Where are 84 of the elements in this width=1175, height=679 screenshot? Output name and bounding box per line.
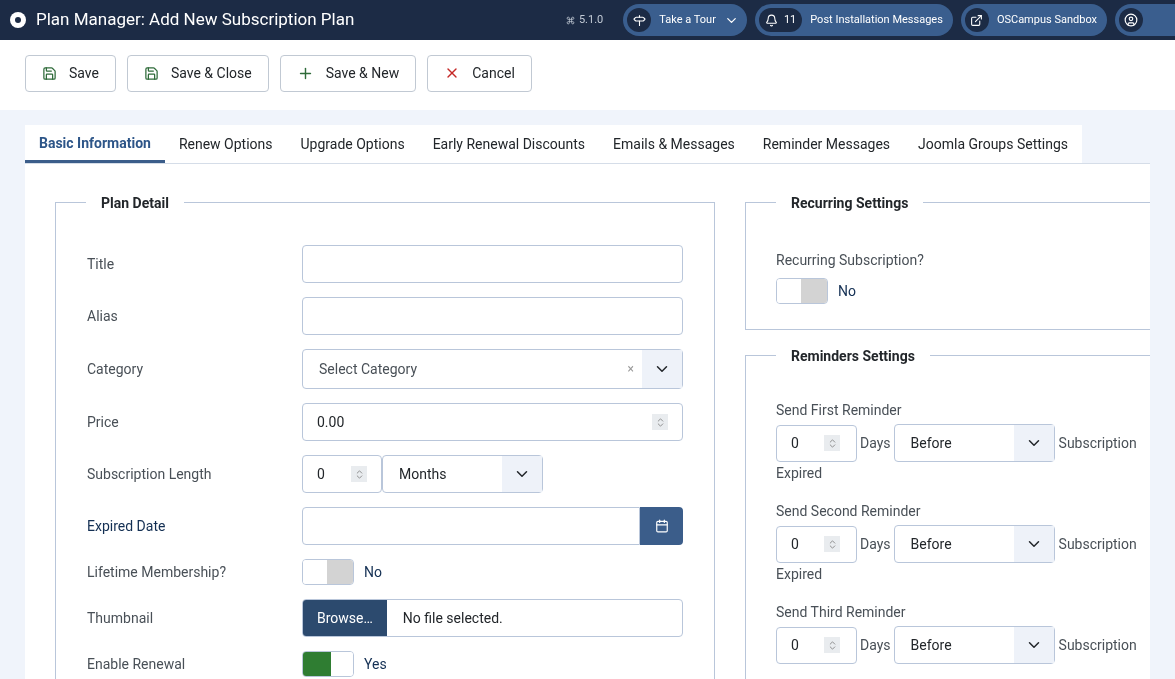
field-label: Price [87,413,120,432]
select-placeholder: Select Category [318,360,418,379]
calendar-icon [654,519,669,533]
number-field[interactable]: 0 [776,626,857,664]
number-field[interactable]: 0 [776,525,857,563]
user-icon [1119,8,1143,32]
toolbar-button[interactable]: Cancel [427,54,532,92]
tab[interactable]: Emails & Messages [599,125,749,163]
messages-button[interactable]: 11 Post Installation Messages [754,4,953,36]
tab[interactable]: Joomla Groups Settings [904,125,1083,163]
logo-icon [10,12,26,28]
tab[interactable]: Upgrade Options [286,125,419,163]
command-icon [565,15,575,25]
spinner-icon[interactable] [824,637,840,653]
field-value: 0 [317,465,325,484]
chevron-down-icon [1013,627,1054,663]
field-label: Thumbnail [87,609,155,628]
version-label: 5.1.0 [578,11,604,28]
timing-select[interactable]: Before [893,424,1055,462]
signpost-icon [627,8,652,32]
toolbar-button[interactable]: Save & New [279,54,417,92]
text-field[interactable] [302,297,683,335]
unit-label: Days [859,535,892,554]
tab[interactable]: Reminder Messages [748,125,905,163]
toolbar-button[interactable]: Save [25,54,116,92]
suffix-label: Subscription [1057,535,1137,554]
text-field[interactable] [302,245,683,283]
spinner-icon[interactable] [824,536,840,552]
suffix-label: Expired [776,464,824,483]
unit-label: Days [859,636,892,655]
field-label: Send First Reminder [776,401,903,420]
number-field[interactable]: 0 [302,455,382,493]
date-field[interactable] [302,507,640,545]
file-status: No file selected. [401,609,503,628]
suffix-label: Subscription [1057,434,1137,453]
tab[interactable]: Basic Information [25,125,165,163]
toggle-state: No [838,282,856,301]
page-title: Plan Manager: Add New Subscription Plan [36,8,355,32]
toggle-switch[interactable] [302,559,354,585]
spinner-icon[interactable] [351,466,367,482]
unit-select[interactable]: Months [382,455,543,493]
spinner-icon[interactable] [824,435,840,451]
field-label: Subscription Length [87,465,213,484]
external-link-icon [964,8,989,32]
unit-label: Days [859,434,892,453]
tab[interactable]: Early Renewal Discounts [418,125,600,163]
calendar-button[interactable] [640,507,683,545]
field-label: Category [87,360,145,379]
field-label: Alias [87,307,119,326]
user-menu-button[interactable] [1115,4,1175,36]
toolbar-button[interactable]: Save & Close [126,54,269,92]
spinner-icon[interactable] [652,414,668,430]
field-label: Enable Renewal [87,655,187,674]
field-value: 0.00 [317,413,345,432]
timing-select[interactable]: Before [893,525,1055,563]
suffix-label: Expired [776,565,824,584]
browse-button[interactable]: Browse… [303,600,387,636]
field-value: 0 [791,434,799,453]
field-label: Recurring Subscription? [776,251,925,270]
price-field[interactable]: 0.00 [302,403,683,441]
file-field[interactable]: Browse… No file selected. [302,599,683,637]
field-label: Send Third Reminder [776,603,907,622]
timing-select[interactable]: Before [893,626,1055,664]
notification-badge: 11 [758,8,803,32]
suffix-label: Subscription [1057,636,1137,655]
toggle-switch[interactable] [776,278,828,304]
site-button[interactable]: OSCampus Sandbox [960,4,1107,36]
toggle-state: No [364,563,382,582]
field-value: 0 [791,535,799,554]
field-label: Title [87,255,116,274]
tab[interactable]: Renew Options [164,125,287,163]
field-label: Expired Date [87,517,167,536]
chevron-down-icon [1013,526,1054,562]
toggle-state: Yes [364,655,387,674]
field-label: Lifetime Membership? [87,563,227,582]
chevron-down-icon [502,456,542,492]
chevron-down-icon [642,350,682,388]
toggle-switch[interactable] [302,651,354,677]
field-value: 0 [791,636,799,655]
field-label: Send Second Reminder [776,502,922,521]
tour-button[interactable]: Take a Tour [623,4,747,36]
number-field[interactable]: 0 [776,424,857,462]
chevron-down-icon [1013,425,1054,461]
category-select[interactable]: Select Category × [302,349,683,389]
